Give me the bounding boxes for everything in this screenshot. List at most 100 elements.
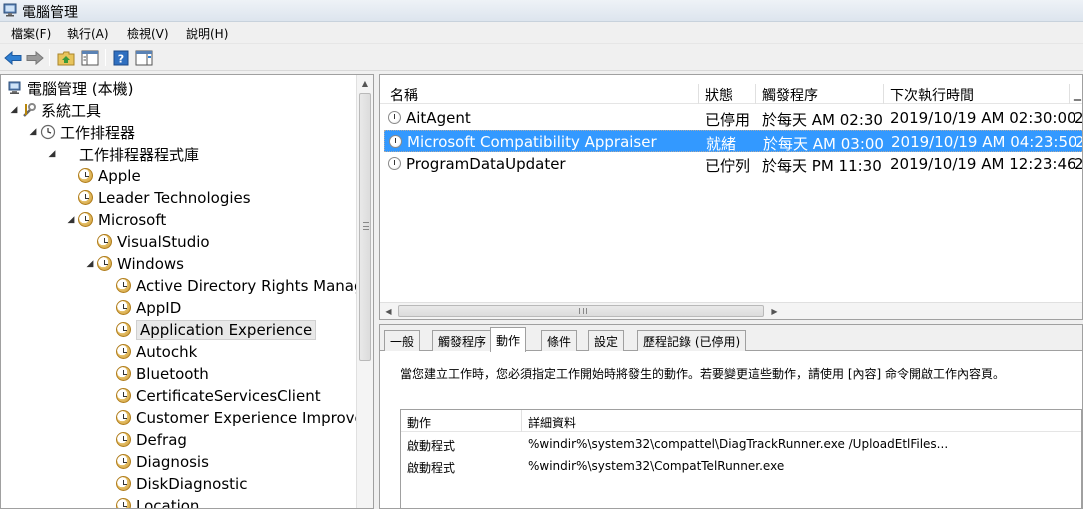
menu-action[interactable]: 執行(A) (65, 25, 111, 42)
action-row[interactable]: 啟動程式 %windir%\system32\compattel\DiagTra… (401, 435, 1081, 455)
tree-item-microsoft[interactable]: ◢ Microsoft (66, 209, 167, 231)
tree-item-active-directory-rights[interactable]: Active Directory Rights Manage (114, 275, 373, 297)
action-type: 啟動程式 (407, 439, 456, 453)
tree-item-computer-management[interactable]: 電腦管理 (本機) (5, 77, 133, 99)
show-hide-tree-icon[interactable] (80, 48, 100, 68)
expand-arrow-icon[interactable]: ◢ (85, 259, 95, 269)
tab-actions[interactable]: 動作 (490, 327, 527, 352)
task-next-run: 2019/10/19 AM 04:23:50 (891, 133, 1076, 151)
tree-item-system-tools[interactable]: ◢ 系統工具 (9, 99, 101, 121)
clock-icon (40, 124, 56, 140)
expand-arrow-icon[interactable]: ◢ (66, 215, 76, 225)
tree-label: Active Directory Rights Manage (136, 277, 373, 295)
expand-arrow-icon[interactable]: ◢ (28, 127, 38, 137)
column-separator[interactable] (698, 84, 699, 104)
task-folder-clock-icon (78, 190, 94, 206)
tree-label: DiskDiagnostic (136, 475, 248, 493)
tree-label: CertificateServicesClient (136, 387, 321, 405)
task-row[interactable]: AitAgent 已停用 於每天 AM 02:30 2019/10/19 AM … (384, 107, 1083, 129)
tab-conditions[interactable]: 條件 (541, 330, 578, 351)
column-separator[interactable] (755, 84, 756, 104)
column-header-status[interactable]: 狀態 (705, 85, 733, 105)
tree-item-leader-technologies[interactable]: Leader Technologies (76, 187, 251, 209)
tree-item-diagnosis[interactable]: Diagnosis (114, 451, 209, 473)
task-folder-clock-icon (116, 344, 132, 360)
tab-general[interactable]: 一般 (384, 330, 421, 351)
help-icon[interactable]: ? (111, 48, 131, 68)
tree-label: Apple (98, 167, 141, 185)
task-folder-clock-icon (116, 454, 132, 470)
tree-item-visualstudio[interactable]: VisualStudio (95, 231, 210, 253)
tree-label: Defrag (136, 431, 187, 449)
menu-help[interactable]: 說明(H) (184, 25, 230, 42)
column-separator[interactable] (521, 410, 522, 432)
tree-item-location[interactable]: Location (114, 495, 199, 508)
forward-arrow-icon[interactable] (25, 48, 45, 68)
column-header-action[interactable]: 動作 (407, 414, 431, 431)
tree-label: Customer Experience Improver (136, 409, 370, 427)
task-status: 已佇列 (705, 157, 751, 175)
tree-item-application-experience[interactable]: Application Experience (114, 319, 317, 341)
column-header-name[interactable]: 名稱 (390, 85, 418, 105)
task-folder-clock-icon (97, 234, 113, 250)
tree-item-autochk[interactable]: Autochk (114, 341, 197, 363)
tree-item-customer-experience[interactable]: Customer Experience Improver (114, 407, 370, 429)
scroll-up-arrow-icon[interactable]: ▲ (357, 75, 373, 92)
task-folder-clock-icon (116, 388, 132, 404)
column-header-details[interactable]: 詳細資料 (528, 414, 576, 431)
task-extra: 2 (1075, 133, 1082, 151)
tools-icon (21, 102, 37, 118)
task-list-horizontal-scrollbar[interactable]: ◀ ▶ (380, 302, 1082, 319)
window-title: 電腦管理 (22, 5, 78, 21)
task-folder-clock-icon (116, 366, 132, 382)
scroll-thumb[interactable] (398, 305, 764, 317)
column-header-trigger[interactable]: 觸發程序 (762, 85, 818, 105)
action-row[interactable]: 啟動程式 %windir%\system32\CompatTelRunner.e… (401, 457, 1081, 477)
tab-settings[interactable]: 設定 (588, 330, 625, 351)
scroll-right-arrow-icon[interactable]: ▶ (766, 303, 783, 319)
task-folder-clock-icon (116, 498, 132, 508)
tree-item-certificate-services-client[interactable]: CertificateServicesClient (114, 385, 321, 407)
scroll-thumb[interactable] (359, 93, 371, 361)
toolbar-separator (105, 49, 106, 66)
column-header-more[interactable]: _ (1074, 85, 1081, 105)
column-separator[interactable] (1069, 84, 1070, 104)
task-row[interactable]: ProgramDataUpdater 已佇列 於每天 PM 11:30 2019… (384, 153, 1083, 175)
tree-item-bluetooth[interactable]: Bluetooth (114, 363, 209, 385)
actions-list[interactable]: 動作 詳細資料 啟動程式 %windir%\system32\compattel… (400, 409, 1082, 508)
task-extra: 2 (1074, 109, 1083, 127)
tree-vertical-scrollbar[interactable]: ▲ (356, 75, 373, 508)
expand-arrow-icon[interactable]: ◢ (9, 105, 19, 115)
back-arrow-icon[interactable] (3, 48, 23, 68)
tab-triggers[interactable]: 觸發程序 (432, 330, 493, 351)
task-trigger: 於每天 AM 02:30 (762, 111, 883, 129)
task-row-selected[interactable]: Microsoft Compatibility Appraiser 就緒 於每天… (384, 130, 1082, 153)
tree-item-windows[interactable]: ◢ Windows (85, 253, 184, 275)
task-next-run: 2019/10/19 AM 12:23:46 (890, 155, 1075, 173)
tree-item-appid[interactable]: AppID (114, 297, 181, 319)
task-extra: 2 (1074, 155, 1083, 173)
menu-file[interactable]: 檔案(F) (9, 25, 53, 42)
scroll-left-arrow-icon[interactable]: ◀ (380, 303, 397, 319)
tree-label: 系統工具 (41, 101, 102, 120)
task-name: Microsoft Compatibility Appraiser (407, 133, 657, 151)
column-separator[interactable] (883, 84, 884, 104)
expand-arrow-icon[interactable]: ◢ (47, 149, 57, 159)
tree-item-task-scheduler-library[interactable]: ◢ 工作排程器程式庫 (47, 143, 199, 165)
task-clock-icon (389, 135, 402, 148)
action-type: 啟動程式 (407, 461, 456, 475)
tree-item-task-scheduler[interactable]: ◢ 工作排程器 (28, 121, 135, 143)
detail-tabs: 一般 觸發程序 動作 條件 設定 歷程記錄 (已停用) (380, 325, 1082, 352)
tree-label: VisualStudio (117, 233, 210, 251)
toolbar: ? (0, 44, 1083, 71)
tree-item-diskdiagnostic[interactable]: DiskDiagnostic (114, 473, 247, 495)
tree-item-defrag[interactable]: Defrag (114, 429, 187, 451)
action-detail: %windir%\system32\CompatTelRunner.exe (528, 459, 785, 473)
properties-icon[interactable] (134, 48, 154, 68)
tab-history[interactable]: 歷程記錄 (已停用) (637, 330, 747, 351)
column-header-next-run[interactable]: 下次執行時間 (890, 85, 974, 105)
console-tree[interactable]: 電腦管理 (本機) ◢ 系統工具 ◢ 工作排程器 ◢ 工作排程器程式庫 Appl… (0, 74, 374, 509)
tree-item-apple[interactable]: Apple (76, 165, 141, 187)
menu-view[interactable]: 檢視(V) (125, 25, 171, 42)
up-folder-icon[interactable] (56, 48, 76, 68)
